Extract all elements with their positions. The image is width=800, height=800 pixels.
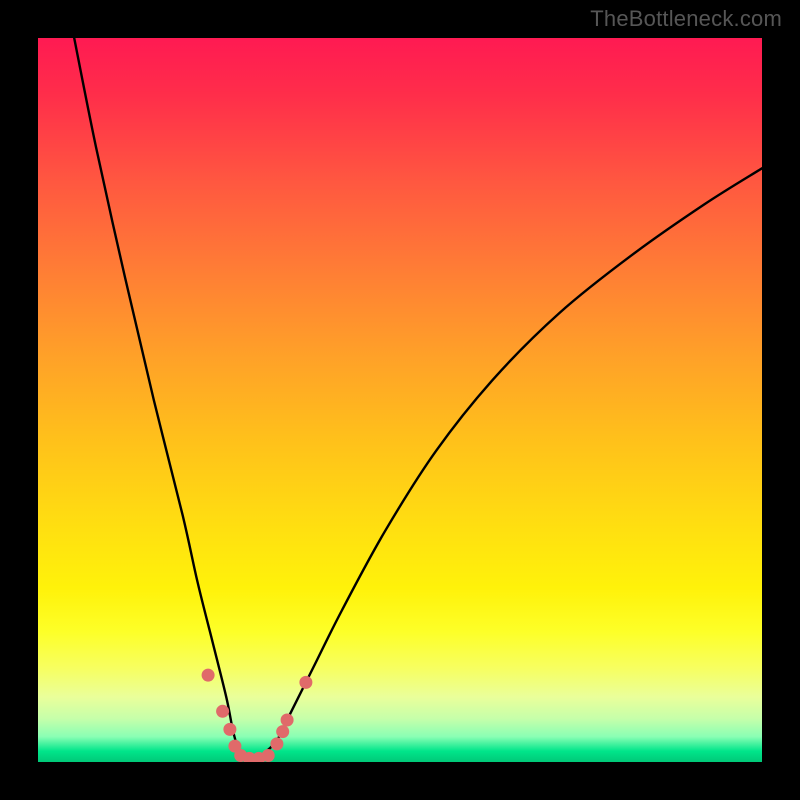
plot-area — [38, 38, 762, 762]
marker-dot — [202, 669, 215, 682]
marker-dot — [262, 749, 275, 762]
chart-frame: TheBottleneck.com — [0, 0, 800, 800]
marker-dot — [223, 723, 236, 736]
marker-dot — [216, 705, 229, 718]
marker-dot — [276, 725, 289, 738]
marker-dot — [281, 714, 294, 727]
bottleneck-curve — [74, 38, 762, 762]
marker-group — [202, 669, 313, 762]
marker-dot — [299, 676, 312, 689]
watermark-text: TheBottleneck.com — [590, 6, 782, 32]
curve-layer — [38, 38, 762, 762]
marker-dot — [270, 737, 283, 750]
